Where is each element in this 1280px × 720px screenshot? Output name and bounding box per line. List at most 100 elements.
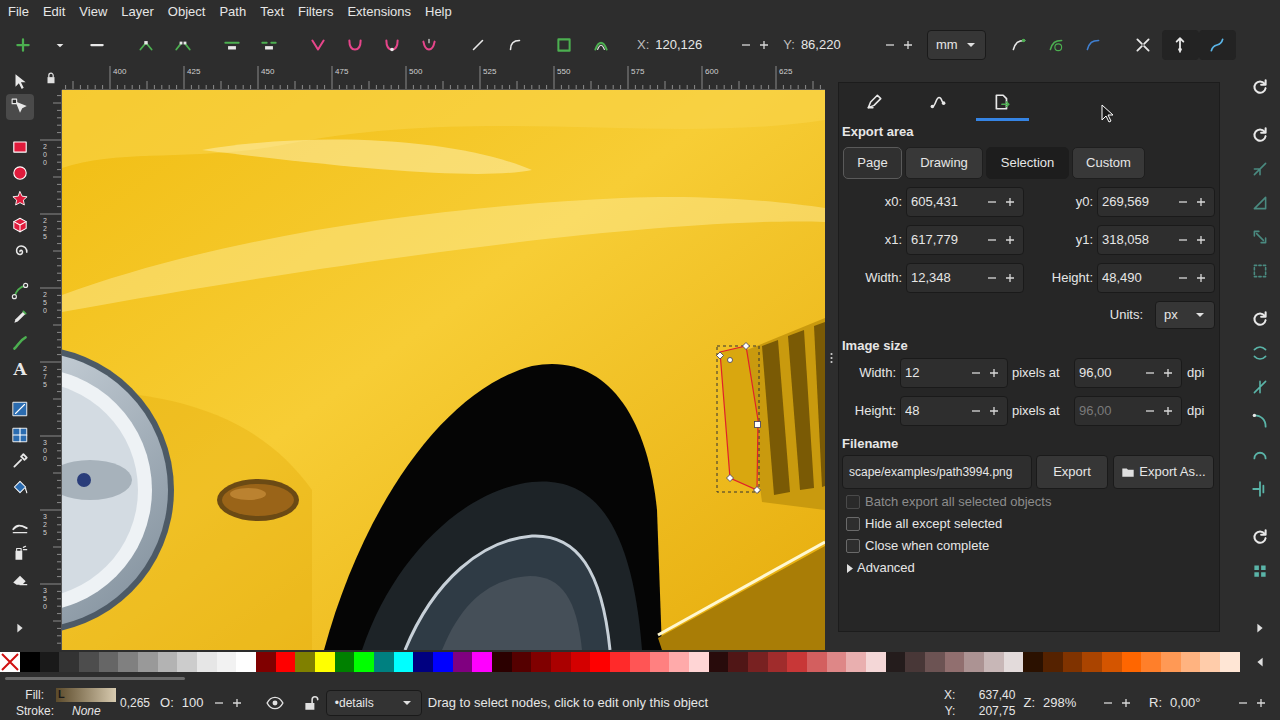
color-swatch[interactable] (1043, 652, 1063, 672)
top-ruler[interactable]: 400425450475500525550575600625 (62, 66, 825, 90)
color-swatch[interactable] (610, 652, 630, 672)
tool-button[interactable] (6, 514, 34, 540)
command-button[interactable] (1245, 370, 1275, 404)
panel-tab[interactable] (842, 83, 906, 121)
show-handles-button[interactable] (1162, 30, 1199, 60)
panel-tab[interactable] (906, 83, 970, 121)
command-button[interactable] (1245, 186, 1275, 220)
number-field[interactable]: 318,058 (1097, 225, 1215, 255)
checkbox[interactable] (846, 539, 860, 553)
filename-field[interactable]: scape/examples/path3994.png (842, 455, 1032, 489)
color-swatch[interactable] (1200, 652, 1220, 672)
color-swatch[interactable] (1102, 652, 1122, 672)
command-button[interactable] (1245, 336, 1275, 370)
minus-button[interactable] (1174, 231, 1192, 249)
cusp-node-button[interactable] (299, 30, 336, 60)
menu-item[interactable]: Text (253, 0, 291, 24)
menu-item[interactable]: Layer (114, 0, 161, 24)
color-swatch[interactable] (1220, 652, 1240, 672)
left-ruler[interactable]: 200225250275300325350 (40, 90, 62, 650)
command-button[interactable] (1245, 254, 1275, 288)
number-field[interactable]: 100 (178, 688, 250, 718)
object-to-path-button[interactable] (545, 30, 582, 60)
commands-more[interactable] (1246, 618, 1274, 638)
color-swatch[interactable] (827, 652, 847, 672)
tool-button[interactable] (6, 94, 34, 120)
plus-button[interactable] (1192, 193, 1210, 211)
units-dropdown[interactable]: px (1155, 301, 1215, 329)
line-segment-button[interactable] (459, 30, 496, 60)
number-field[interactable]: 48,490 (1097, 263, 1215, 293)
number-field[interactable]: 96,00 (1074, 396, 1182, 426)
command-button[interactable] (1245, 404, 1275, 438)
minus-button[interactable] (1099, 694, 1117, 712)
mask-edit-button[interactable] (1075, 30, 1112, 60)
checkbox-row[interactable]: Close when complete (842, 535, 1219, 557)
menu-item[interactable]: Object (161, 0, 213, 24)
minus-button[interactable] (1174, 193, 1192, 211)
tool-button[interactable] (6, 304, 34, 330)
path-effect-button[interactable] (1001, 30, 1038, 60)
smooth-node-button[interactable] (336, 30, 373, 60)
color-swatch[interactable] (374, 652, 394, 672)
menu-item[interactable]: Extensions (340, 0, 418, 24)
color-swatch[interactable] (531, 652, 551, 672)
command-button[interactable] (1245, 220, 1275, 254)
number-field[interactable]: 48 (900, 396, 1008, 426)
join-segment-button[interactable] (213, 30, 250, 60)
command-button[interactable] (1245, 70, 1275, 104)
color-swatch[interactable] (846, 652, 866, 672)
export-button[interactable]: Export (1036, 455, 1108, 489)
number-field[interactable]: 605,431 (906, 187, 1024, 217)
minus-button[interactable] (1141, 364, 1159, 382)
color-swatch[interactable] (1023, 652, 1043, 672)
color-swatch[interactable] (768, 652, 788, 672)
stroke-width[interactable]: 0,265 (120, 694, 150, 712)
plus-button[interactable] (755, 36, 773, 54)
plus-button[interactable] (1117, 694, 1135, 712)
tool-button[interactable] (6, 448, 34, 474)
add-node-button[interactable] (4, 30, 41, 60)
menu-item[interactable]: Filters (291, 0, 340, 24)
color-swatch[interactable] (1122, 652, 1142, 672)
checkbox[interactable] (846, 517, 860, 531)
plus-button[interactable] (1192, 231, 1210, 249)
checkbox[interactable] (846, 495, 860, 509)
color-swatch[interactable] (728, 652, 748, 672)
tool-button[interactable] (6, 540, 34, 566)
color-swatch[interactable] (650, 652, 670, 672)
number-field[interactable]: 269,569 (1097, 187, 1215, 217)
color-swatch[interactable] (40, 652, 60, 672)
tool-button[interactable] (6, 396, 34, 422)
command-button[interactable] (1245, 118, 1275, 152)
color-swatch[interactable] (335, 652, 355, 672)
lock-toggle[interactable] (300, 694, 322, 712)
color-swatch[interactable] (197, 652, 217, 672)
toolbox-more[interactable] (6, 618, 34, 638)
color-swatch[interactable] (1181, 652, 1201, 672)
number-field[interactable]: 120,126 (651, 30, 777, 60)
color-swatch[interactable] (158, 652, 178, 672)
style-indicator[interactable]: Fill:LStroke:None (0, 687, 118, 719)
color-swatch[interactable] (20, 652, 40, 672)
color-swatch[interactable] (453, 652, 473, 672)
command-button[interactable] (1245, 554, 1275, 588)
plus-button[interactable] (1192, 269, 1210, 287)
join-nodes-button[interactable] (127, 30, 164, 60)
color-swatch[interactable] (590, 652, 610, 672)
color-swatch[interactable] (295, 652, 315, 672)
minus-button[interactable] (983, 269, 1001, 287)
tool-button[interactable] (6, 422, 34, 448)
color-swatch[interactable] (1161, 652, 1181, 672)
command-button[interactable] (1245, 152, 1275, 186)
tool-button[interactable] (6, 160, 34, 186)
no-paint-swatch[interactable] (0, 652, 20, 672)
tool-button[interactable] (6, 474, 34, 500)
color-swatch[interactable] (1063, 652, 1083, 672)
plus-button[interactable] (1001, 193, 1019, 211)
fill-swatch[interactable]: L (56, 688, 116, 702)
command-button[interactable] (1245, 302, 1275, 336)
color-swatch[interactable] (59, 652, 79, 672)
number-field[interactable]: 12 (900, 358, 1008, 388)
minus-button[interactable] (1174, 269, 1192, 287)
